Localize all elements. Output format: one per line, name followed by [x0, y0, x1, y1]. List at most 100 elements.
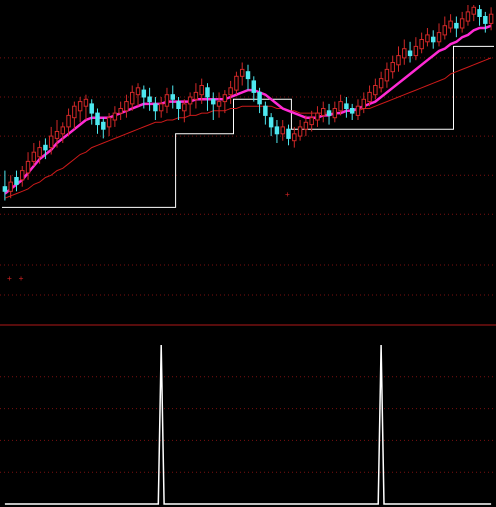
candle [89, 99, 94, 125]
candle-body [349, 108, 355, 114]
candle-body [129, 91, 135, 105]
candle [187, 92, 193, 116]
candle-body [454, 22, 459, 29]
candle-body [106, 117, 112, 128]
candle [459, 11, 465, 33]
candle [280, 120, 285, 141]
candle [355, 99, 361, 120]
candle-body [292, 133, 297, 142]
candle-body [135, 87, 141, 96]
candle-body [344, 103, 349, 110]
candle [465, 5, 471, 26]
candle-body [309, 117, 314, 126]
candle-body [101, 121, 106, 130]
candle [239, 62, 245, 86]
candle-body [442, 25, 448, 36]
candle [95, 108, 100, 134]
candle [72, 101, 77, 130]
candle-body [60, 126, 66, 135]
candle [124, 94, 129, 118]
candle-body [488, 13, 494, 24]
candle [14, 170, 19, 192]
candle-body [211, 98, 216, 105]
candle-body [355, 105, 361, 116]
candle [147, 87, 152, 111]
candle [344, 97, 349, 118]
candle-body [477, 9, 482, 17]
candle-body [257, 91, 262, 105]
candle-body [268, 117, 274, 128]
candle-body [234, 75, 239, 91]
candle [234, 71, 239, 95]
candle [442, 16, 448, 40]
candle-body [25, 160, 31, 174]
candle [425, 28, 430, 47]
candle-body [378, 78, 384, 89]
candle [251, 76, 257, 102]
candle-body [413, 45, 419, 57]
candle-body [112, 112, 118, 121]
candle [101, 117, 106, 139]
candle [228, 80, 233, 104]
candle [274, 120, 280, 143]
candle [407, 41, 413, 63]
candle-body [95, 112, 100, 126]
candle-body [216, 101, 222, 107]
buy-marker: + [285, 190, 290, 199]
candle-body [396, 55, 401, 66]
candle [349, 103, 355, 120]
candle [315, 106, 320, 127]
candle-body [251, 80, 257, 93]
candle [164, 87, 170, 114]
signal-line [4, 344, 492, 505]
candle [2, 170, 8, 201]
candle-body [448, 20, 453, 29]
candle [378, 71, 384, 93]
candle [419, 32, 424, 54]
candle [326, 103, 332, 125]
candle [268, 113, 274, 137]
candle-body [89, 103, 94, 114]
candle [222, 90, 228, 114]
candle [286, 124, 291, 146]
candle [297, 120, 303, 141]
candle-body [419, 39, 424, 50]
candle [153, 97, 158, 120]
candle-body [459, 18, 465, 29]
candle-body [280, 126, 285, 135]
candle-body [164, 94, 170, 107]
candle-body [332, 108, 338, 119]
candle-body [390, 62, 395, 73]
candle-body [483, 16, 488, 24]
candle [477, 5, 482, 26]
candle-body [141, 89, 147, 98]
candle-body [274, 126, 280, 135]
candle [8, 175, 13, 199]
candle-body [176, 101, 181, 109]
candle-body [407, 50, 413, 57]
candle-body [20, 170, 25, 181]
candle [309, 110, 314, 132]
candle [193, 83, 199, 109]
candle [448, 14, 453, 33]
candle-body [8, 181, 13, 192]
candle [373, 78, 378, 100]
candle [20, 166, 25, 187]
candle-body [402, 48, 407, 59]
candle [390, 55, 395, 79]
candle-body [303, 121, 309, 130]
candle-body [228, 87, 233, 96]
candle-body [14, 177, 19, 185]
candle-body [373, 85, 378, 96]
candle [158, 97, 164, 118]
candle [263, 101, 268, 125]
candle-body [66, 114, 71, 128]
candle-body [147, 96, 152, 103]
candle-body [187, 96, 193, 105]
candle [430, 30, 436, 49]
candle-body [153, 103, 158, 112]
candle-body [263, 105, 268, 116]
candle-body [471, 6, 476, 15]
candle-body [425, 34, 430, 43]
candle-body [199, 85, 204, 96]
